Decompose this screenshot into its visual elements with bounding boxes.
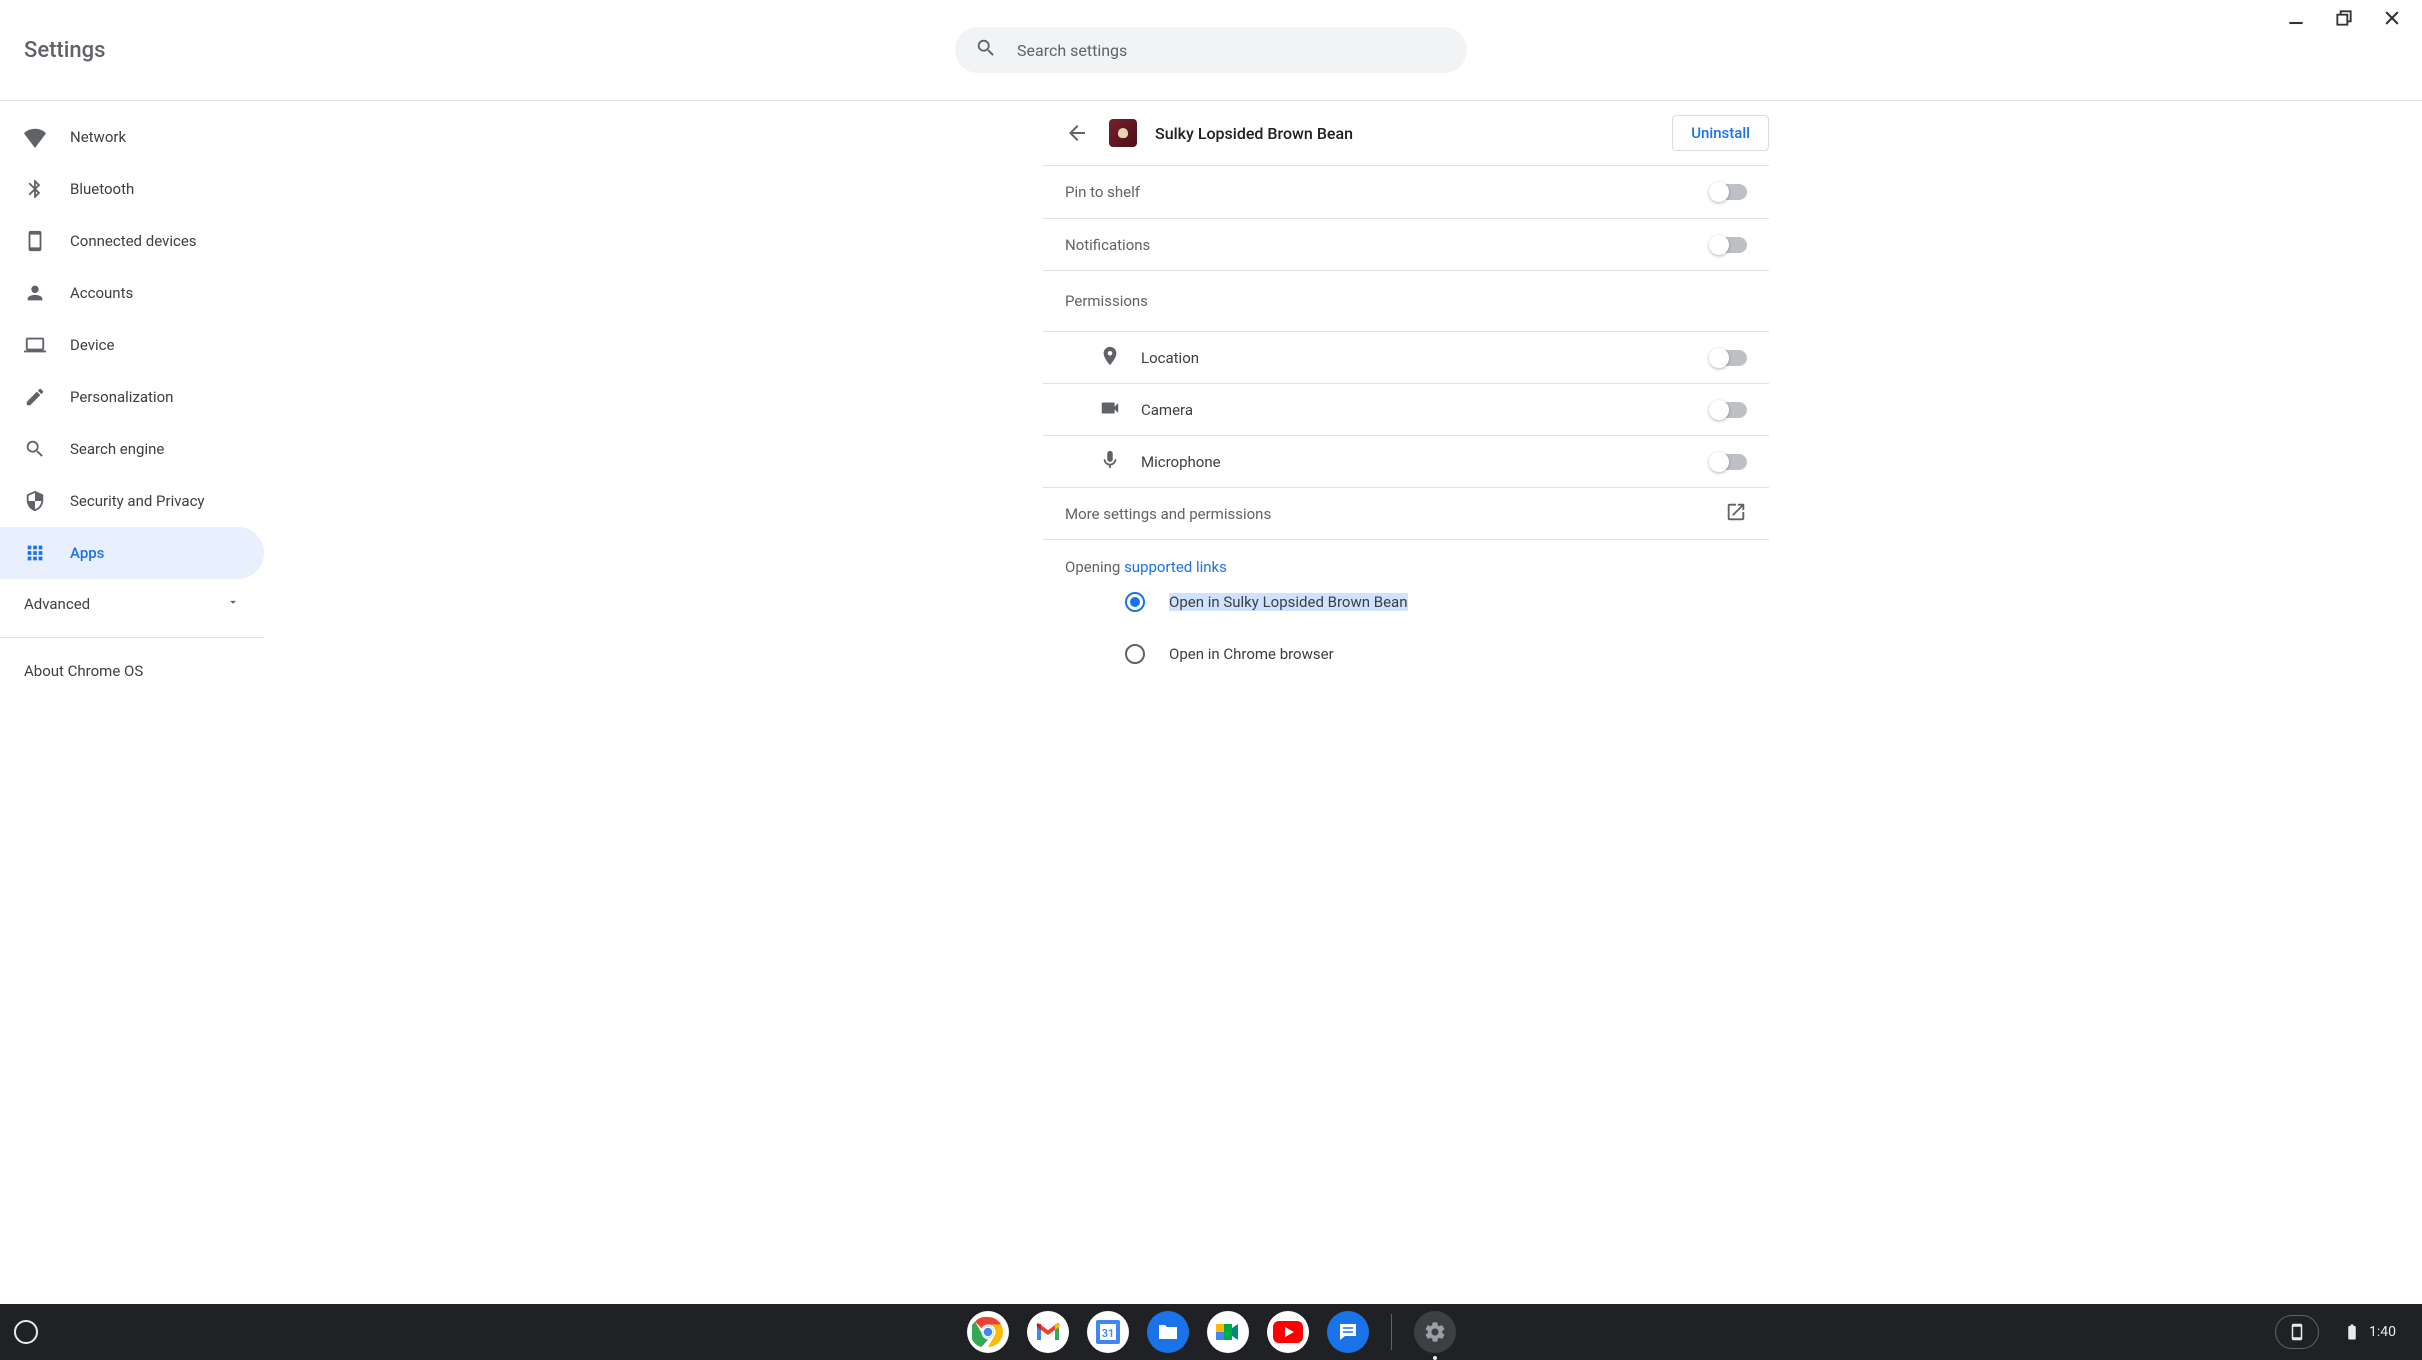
radio-open-in-app-label: Open in Sulky Lopsided Brown Bean [1169,593,1408,611]
person-icon [24,282,46,304]
sidebar-item-label: Device [70,336,114,354]
radio-button-selected[interactable] [1125,592,1145,612]
settings-header: Settings [0,0,2422,101]
sidebar-about-label: About Chrome OS [24,662,143,680]
permission-camera-toggle[interactable] [1711,402,1747,418]
sidebar-item-label: Search engine [70,440,164,458]
sidebar-advanced[interactable]: Advanced [0,579,264,629]
page-title: Settings [24,38,105,63]
tray-time: 1:40 [2369,1324,2396,1340]
opening-header: Opening supported links [1065,558,1747,576]
restore-icon[interactable] [2334,8,2354,32]
permissions-header: Permissions [1043,271,1769,331]
shelf-divider [1391,1314,1392,1350]
tray-phone-hub[interactable] [2275,1315,2319,1349]
notifications-row: Notifications [1043,218,1769,270]
search-icon [24,438,46,460]
sidebar-item-label: Personalization [70,388,173,406]
sidebar-item-network[interactable]: Network [0,111,264,163]
uninstall-button[interactable]: Uninstall [1672,115,1769,151]
minimize-icon[interactable] [2286,8,2306,32]
app-title: Sulky Lopsided Brown Bean [1155,124,1353,143]
permission-location-toggle[interactable] [1711,350,1747,366]
shelf-app-calendar[interactable]: 31 [1087,1311,1129,1353]
back-button[interactable] [1063,119,1091,147]
permission-camera-row: Camera [1043,383,1769,435]
edit-icon [24,386,46,408]
pin-to-shelf-toggle[interactable] [1711,184,1747,200]
search-icon [975,37,997,63]
radio-button[interactable] [1125,644,1145,664]
shelf-app-meet[interactable] [1207,1311,1249,1353]
location-icon [1099,345,1121,371]
pin-to-shelf-row: Pin to shelf [1043,166,1769,218]
search-input[interactable] [1017,41,1447,60]
radio-open-in-app[interactable]: Open in Sulky Lopsided Brown Bean [1065,576,1747,628]
shield-icon [24,490,46,512]
sidebar-item-label: Connected devices [70,232,197,250]
app-header: Sulky Lopsided Brown Bean Uninstall [1043,101,1769,165]
shelf-app-settings[interactable] [1414,1311,1456,1353]
sidebar-about[interactable]: About Chrome OS [0,646,264,696]
app-icon [1109,119,1137,147]
open-external-icon [1725,501,1747,527]
phone-icon [24,230,46,252]
sidebar-item-personalization[interactable]: Personalization [0,371,264,423]
sidebar-item-label: Apps [70,544,104,562]
svg-text:31: 31 [1101,1327,1114,1340]
sidebar-item-label: Bluetooth [70,180,134,198]
camera-icon [1099,397,1121,423]
permission-microphone-toggle[interactable] [1711,454,1747,470]
permission-location-row: Location [1043,331,1769,383]
laptop-icon [24,334,46,356]
sidebar-item-search-engine[interactable]: Search engine [0,423,264,475]
search-container[interactable] [955,27,1467,73]
microphone-icon [1099,449,1121,475]
sidebar-item-label: Security and Privacy [70,492,205,510]
radio-open-in-browser[interactable]: Open in Chrome browser [1065,628,1747,680]
chevron-down-icon [226,595,240,613]
pin-to-shelf-label: Pin to shelf [1065,183,1140,201]
more-settings-row[interactable]: More settings and permissions [1043,487,1769,539]
supported-links-link[interactable]: supported links [1124,558,1227,576]
apps-icon [24,542,46,564]
permission-location-label: Location [1141,349,1199,367]
wifi-icon [24,126,46,148]
sidebar-item-bluetooth[interactable]: Bluetooth [0,163,264,215]
sidebar-item-connected-devices[interactable]: Connected devices [0,215,264,267]
sidebar: Network Bluetooth Connected devices Acco… [0,101,264,1304]
permission-microphone-row: Microphone [1043,435,1769,487]
permission-camera-label: Camera [1141,401,1193,419]
shelf: 31 1:40 [0,1304,2422,1360]
sidebar-advanced-label: Advanced [24,595,90,613]
divider [0,637,264,638]
bluetooth-icon [24,178,46,200]
shelf-app-files[interactable] [1147,1311,1189,1353]
shelf-app-youtube[interactable] [1267,1311,1309,1353]
close-icon[interactable] [2382,8,2402,32]
sidebar-item-label: Accounts [70,284,133,302]
sidebar-item-device[interactable]: Device [0,319,264,371]
opening-section: Opening supported links Open in Sulky Lo… [1043,539,1769,680]
shelf-app-chrome[interactable] [967,1311,1009,1353]
sidebar-item-apps[interactable]: Apps [0,527,264,579]
sidebar-item-accounts[interactable]: Accounts [0,267,264,319]
main-content: Sulky Lopsided Brown Bean Uninstall Pin … [264,101,2422,1304]
radio-open-in-browser-label: Open in Chrome browser [1169,645,1334,663]
notifications-toggle[interactable] [1711,237,1747,253]
shelf-app-messages[interactable] [1327,1311,1369,1353]
battery-icon [2343,1323,2361,1341]
sidebar-item-label: Network [70,128,126,146]
more-settings-label: More settings and permissions [1065,505,1271,523]
sidebar-item-security[interactable]: Security and Privacy [0,475,264,527]
opening-prefix: Opening [1065,558,1124,576]
shelf-app-gmail[interactable] [1027,1311,1069,1353]
tray-status[interactable]: 1:40 [2331,1315,2408,1349]
notifications-label: Notifications [1065,236,1150,254]
permission-microphone-label: Microphone [1141,453,1221,471]
launcher-button[interactable] [14,1320,38,1344]
